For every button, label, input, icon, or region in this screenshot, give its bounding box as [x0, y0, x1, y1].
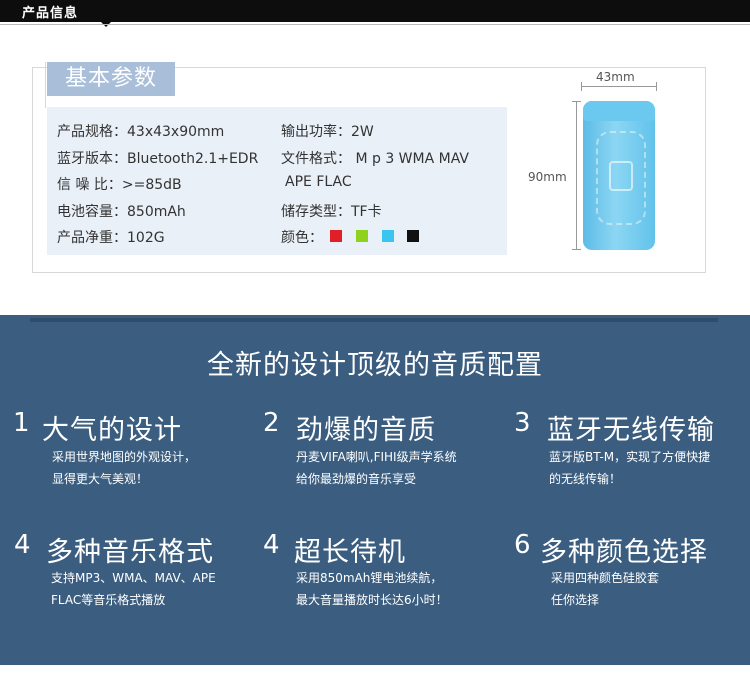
width-tick-left: [581, 82, 582, 91]
feature-2-desc-line1: 丹麦VIFA喇叭,FIHI级声学系统: [296, 450, 457, 464]
feature-1-title: 大气的设计: [42, 415, 182, 446]
features-top-line: [30, 318, 718, 322]
color-swatch-black: [407, 230, 419, 242]
color-swatch-blue: [382, 230, 394, 242]
section-title: 产品信息: [22, 6, 79, 21]
speaker-cap: [583, 101, 655, 121]
features-headline: 全新的设计顶级的音质配置: [207, 350, 543, 381]
feature-5-number: 4: [263, 530, 280, 560]
spec-bluetooth: 蓝牙版本：Bluetooth2.1+EDR: [57, 151, 259, 167]
feature-4-desc-line1: 支持MP3、WMA、MAV、APE: [51, 571, 216, 585]
spec-storage: 储存类型：TF卡: [281, 204, 382, 220]
spec-format-cont: APE FLAC: [285, 174, 352, 190]
height-dimension-line: [576, 101, 577, 250]
feature-6-desc-line2: 任你选择: [551, 593, 600, 607]
height-tick-bottom: [572, 249, 581, 250]
feature-2-desc-line2: 给你最劲爆的音乐享受: [296, 472, 417, 486]
spec-size: 产品规格：43x43x90mm: [57, 124, 225, 140]
feature-6-title: 多种颜色选择: [540, 537, 708, 568]
feature-3-desc-line1: 蓝牙版BT-M，实现了方便快捷: [549, 450, 711, 464]
feature-4-desc-line2: FLAC等音乐格式播放: [51, 593, 166, 607]
spec-tab-title: 基本参数: [47, 62, 175, 96]
color-swatch-red: [330, 230, 342, 242]
feature-5-desc-line1: 采用850mAh锂电池续航，: [296, 571, 443, 585]
spec-weight: 产品净重：102G: [57, 230, 165, 246]
speaker-logo-icon: [609, 161, 633, 191]
feature-6-description: 采用四种颜色硅胶套 任你选择: [551, 567, 659, 611]
tab-edge-divider: [45, 62, 46, 108]
feature-5-desc-line2: 最大音量播放时长达6小时！: [296, 593, 448, 607]
section-header-bar: 产品信息: [0, 0, 750, 22]
feature-4-description: 支持MP3、WMA、MAV、APE FLAC等音乐格式播放: [51, 567, 216, 611]
spec-snr: 信 噪 比：>=85dB: [57, 177, 182, 193]
spec-format: 文件格式： M p 3 WMA MAV: [281, 151, 469, 167]
spec-battery: 电池容量：850mAh: [57, 204, 186, 220]
feature-3-description: 蓝牙版BT-M，实现了方便快捷 的无线传输！: [549, 446, 710, 490]
feature-6-number: 6: [514, 530, 531, 560]
feature-5-title: 超长待机: [294, 537, 406, 568]
feature-1-desc-line2: 显得更大气美观！: [52, 472, 149, 486]
feature-2-title: 劲爆的音质: [296, 415, 436, 446]
feature-1-number: 1: [13, 408, 30, 438]
feature-3-desc-line2: 的无线传输！: [549, 472, 622, 486]
feature-5-description: 采用850mAh锂电池续航， 最大音量播放时长达6小时！: [296, 567, 448, 611]
feature-3-title: 蓝牙无线传输: [547, 415, 715, 446]
speaker-product-image: [583, 101, 655, 250]
height-tick-top: [572, 101, 581, 102]
feature-2-number: 2: [263, 408, 280, 438]
spec-power: 输出功率：2W: [281, 124, 374, 140]
feature-1-description: 采用世界地图的外观设计， 显得更大气美观！: [52, 446, 196, 490]
width-dimension-line: [581, 86, 657, 87]
feature-2-description: 丹麦VIFA喇叭,FIHI级声学系统 给你最劲爆的音乐享受: [296, 446, 457, 490]
feature-6-desc-line1: 采用四种颜色硅胶套: [551, 571, 660, 585]
spec-color-label: 颜色：: [281, 230, 323, 246]
color-swatch-green: [356, 230, 368, 242]
spec-list: 产品规格：43x43x90mm 输出功率：2W 蓝牙版本：Bluetooth2.…: [47, 107, 507, 255]
width-tick-right: [656, 82, 657, 91]
header-divider: [0, 24, 750, 25]
feature-1-desc-line1: 采用世界地图的外观设计，: [52, 450, 197, 464]
feature-3-number: 3: [514, 408, 531, 438]
height-dimension-label: 90mm: [528, 170, 567, 184]
width-dimension-label: 43mm: [596, 70, 635, 84]
feature-4-number: 4: [14, 530, 31, 560]
feature-4-title: 多种音乐格式: [46, 537, 214, 568]
